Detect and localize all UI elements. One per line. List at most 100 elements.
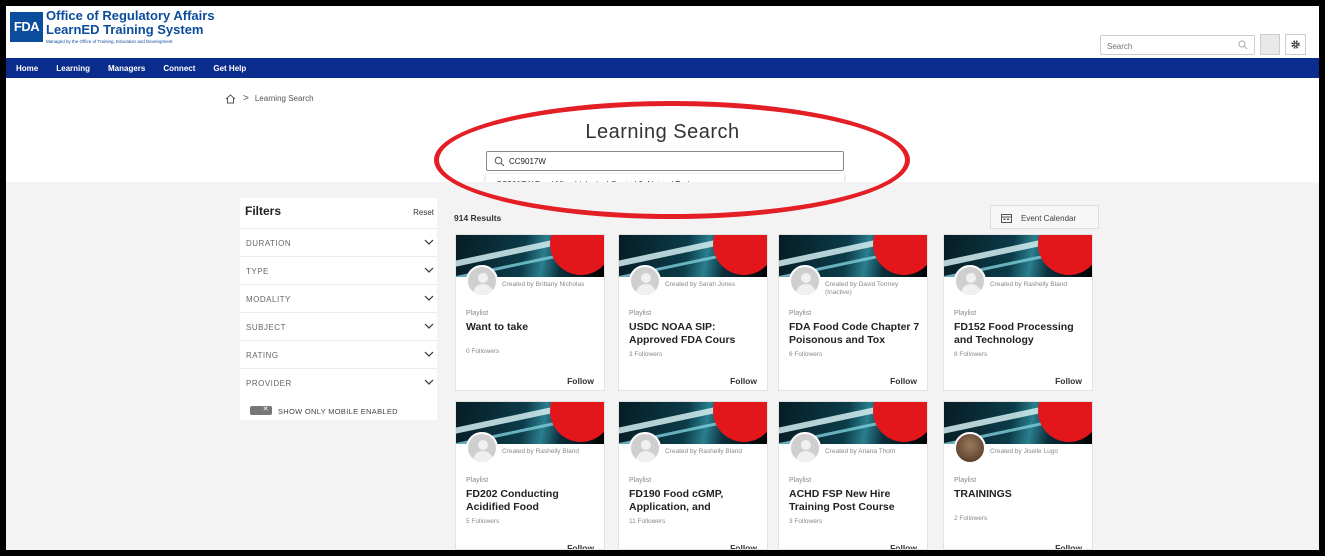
settings-button[interactable] bbox=[1285, 34, 1306, 55]
search-icon[interactable] bbox=[1238, 40, 1248, 50]
result-card[interactable]: Created by Sarah Jones Playlist USDC NOAA … bbox=[618, 234, 768, 391]
nav-connect[interactable]: Connect bbox=[163, 64, 195, 73]
follow-button[interactable]: Follow bbox=[890, 376, 917, 386]
card-followers: 0 Followers bbox=[466, 348, 500, 355]
card-creator: Created by Brittany Nicholas bbox=[502, 281, 585, 288]
filter-duration[interactable]: DURATION bbox=[240, 228, 437, 256]
gear-icon bbox=[1291, 40, 1300, 49]
learning-search-input[interactable] bbox=[509, 153, 829, 169]
org-title: Office of Regulatory Affairs bbox=[46, 8, 215, 23]
filter-label: RATING bbox=[246, 351, 279, 360]
chevron-down-icon bbox=[424, 267, 434, 273]
creator-avatar bbox=[629, 265, 661, 297]
chevron-down-icon bbox=[424, 323, 434, 329]
nav-get-help[interactable]: Get Help bbox=[213, 64, 246, 73]
nav-home[interactable]: Home bbox=[16, 64, 38, 73]
card-creator: Created by David Tormey (Inactive) bbox=[825, 281, 899, 296]
nav-managers[interactable]: Managers bbox=[108, 64, 145, 73]
home-icon[interactable] bbox=[225, 93, 236, 104]
result-card[interactable]: Created by Rashelly Bland Playlist FD190 F… bbox=[618, 401, 768, 550]
close-icon: ✕ bbox=[262, 406, 269, 413]
result-card[interactable]: Created by Jiselle Lugo Playlist TRAININGS… bbox=[943, 401, 1093, 550]
follow-button[interactable]: Follow bbox=[1055, 543, 1082, 549]
creator-avatar bbox=[789, 432, 821, 464]
org-subtitle: LearnED Training System bbox=[46, 22, 204, 37]
card-creator: Created by Ariana Thom bbox=[825, 448, 896, 455]
user-avatar[interactable] bbox=[1260, 34, 1280, 55]
learning-search-box bbox=[486, 151, 844, 171]
follow-button[interactable]: Follow bbox=[730, 543, 757, 549]
follow-button[interactable]: Follow bbox=[730, 376, 757, 386]
card-title[interactable]: FD202 Conducting Acidified Food bbox=[466, 488, 602, 513]
chevron-down-icon bbox=[424, 295, 434, 301]
breadcrumb-current: Learning Search bbox=[254, 94, 314, 103]
card-type: Playlist bbox=[954, 310, 977, 317]
result-card[interactable]: Created by Rashelly Bland Playlist FD202 C… bbox=[455, 401, 605, 550]
follow-button[interactable]: Follow bbox=[890, 543, 917, 549]
site-header: FDA Office of Regulatory Affairs LearnED… bbox=[6, 6, 1319, 58]
result-card[interactable]: Created by David Tormey (Inactive) Playli… bbox=[778, 234, 928, 391]
card-title[interactable]: TRAININGS bbox=[954, 488, 1090, 501]
filter-modality[interactable]: MODALITY bbox=[240, 284, 437, 312]
filter-label: PROVIDER bbox=[246, 379, 292, 388]
card-type: Playlist bbox=[466, 310, 489, 317]
filters-panel: Filters Reset DURATION TYPE MODALITY SUB… bbox=[240, 198, 437, 420]
card-followers: 2 Followers bbox=[954, 515, 988, 522]
calendar-icon bbox=[1001, 214, 1012, 223]
follow-button[interactable]: Follow bbox=[567, 376, 594, 386]
card-title[interactable]: FD190 Food cGMP, Application, and bbox=[629, 488, 765, 513]
global-search-input[interactable] bbox=[1101, 37, 1231, 56]
mobile-enabled-toggle[interactable]: ✕ bbox=[250, 406, 272, 415]
card-type: Playlist bbox=[466, 477, 489, 484]
filter-rating[interactable]: RATING bbox=[240, 340, 437, 368]
filter-type[interactable]: TYPE bbox=[240, 256, 437, 284]
results-count: 914 Results bbox=[454, 213, 502, 223]
card-followers: 8 Followers bbox=[954, 351, 988, 358]
card-type: Playlist bbox=[789, 477, 812, 484]
card-title[interactable]: USDC NOAA SIP: Approved FDA Cours bbox=[629, 321, 765, 346]
result-card[interactable]: Created by Rashelly Bland Playlist FD152 F… bbox=[943, 234, 1093, 391]
result-card[interactable]: Created by Brittany Nicholas Playlist Want… bbox=[455, 234, 605, 391]
card-title[interactable]: ACHD FSP New Hire Training Post Course bbox=[789, 488, 925, 513]
card-title[interactable]: FD152 Food Processing and Technology bbox=[954, 321, 1090, 346]
filter-provider[interactable]: PROVIDER bbox=[240, 368, 437, 396]
card-followers: 11 Followers bbox=[629, 518, 666, 525]
breadcrumb-separator: > bbox=[243, 93, 249, 104]
org-tagline: Managed by the Office of Training, Educa… bbox=[46, 39, 173, 44]
creator-avatar bbox=[954, 265, 986, 297]
card-creator: Created by Sarah Jones bbox=[665, 281, 736, 288]
app-window: FDA Office of Regulatory Affairs LearnED… bbox=[6, 6, 1319, 550]
creator-avatar bbox=[789, 265, 821, 297]
card-creator: Created by Rashelly Bland bbox=[990, 281, 1067, 288]
card-title[interactable]: Want to take bbox=[466, 321, 602, 334]
fda-logo[interactable]: FDA bbox=[10, 12, 43, 42]
creator-avatar bbox=[466, 265, 498, 297]
card-creator: Created by Jiselle Lugo bbox=[990, 448, 1058, 455]
follow-button[interactable]: Follow bbox=[1055, 376, 1082, 386]
creator-avatar bbox=[466, 432, 498, 464]
global-search bbox=[1100, 35, 1255, 56]
filters-reset-button[interactable]: Reset bbox=[413, 208, 434, 217]
chevron-down-icon bbox=[424, 239, 434, 245]
filter-subject[interactable]: SUBJECT bbox=[240, 312, 437, 340]
event-calendar-label: Event Calendar bbox=[1021, 214, 1077, 223]
event-calendar-button[interactable]: Event Calendar bbox=[990, 205, 1099, 229]
filter-label: TYPE bbox=[246, 267, 269, 276]
creator-avatar bbox=[954, 432, 986, 464]
card-followers: 5 Followers bbox=[466, 518, 500, 525]
card-type: Playlist bbox=[629, 310, 652, 317]
card-title[interactable]: FDA Food Code Chapter 7 Poisonous and To… bbox=[789, 321, 925, 346]
filter-label: SUBJECT bbox=[246, 323, 286, 332]
card-followers: 3 Followers bbox=[789, 518, 823, 525]
nav-learning[interactable]: Learning bbox=[56, 64, 90, 73]
filter-label: DURATION bbox=[246, 239, 292, 248]
page-title: Learning Search bbox=[585, 121, 740, 143]
main-nav: Home Learning Managers Connect Get Help bbox=[6, 58, 1319, 78]
breadcrumb: > Learning Search bbox=[225, 93, 314, 104]
card-followers: 3 Followers bbox=[629, 351, 663, 358]
follow-button[interactable]: Follow bbox=[567, 543, 594, 549]
card-type: Playlist bbox=[789, 310, 812, 317]
filters-title: Filters bbox=[245, 204, 282, 218]
card-type: Playlist bbox=[629, 477, 652, 484]
result-card[interactable]: Created by Ariana Thom Playlist ACHD FSP N… bbox=[778, 401, 928, 550]
